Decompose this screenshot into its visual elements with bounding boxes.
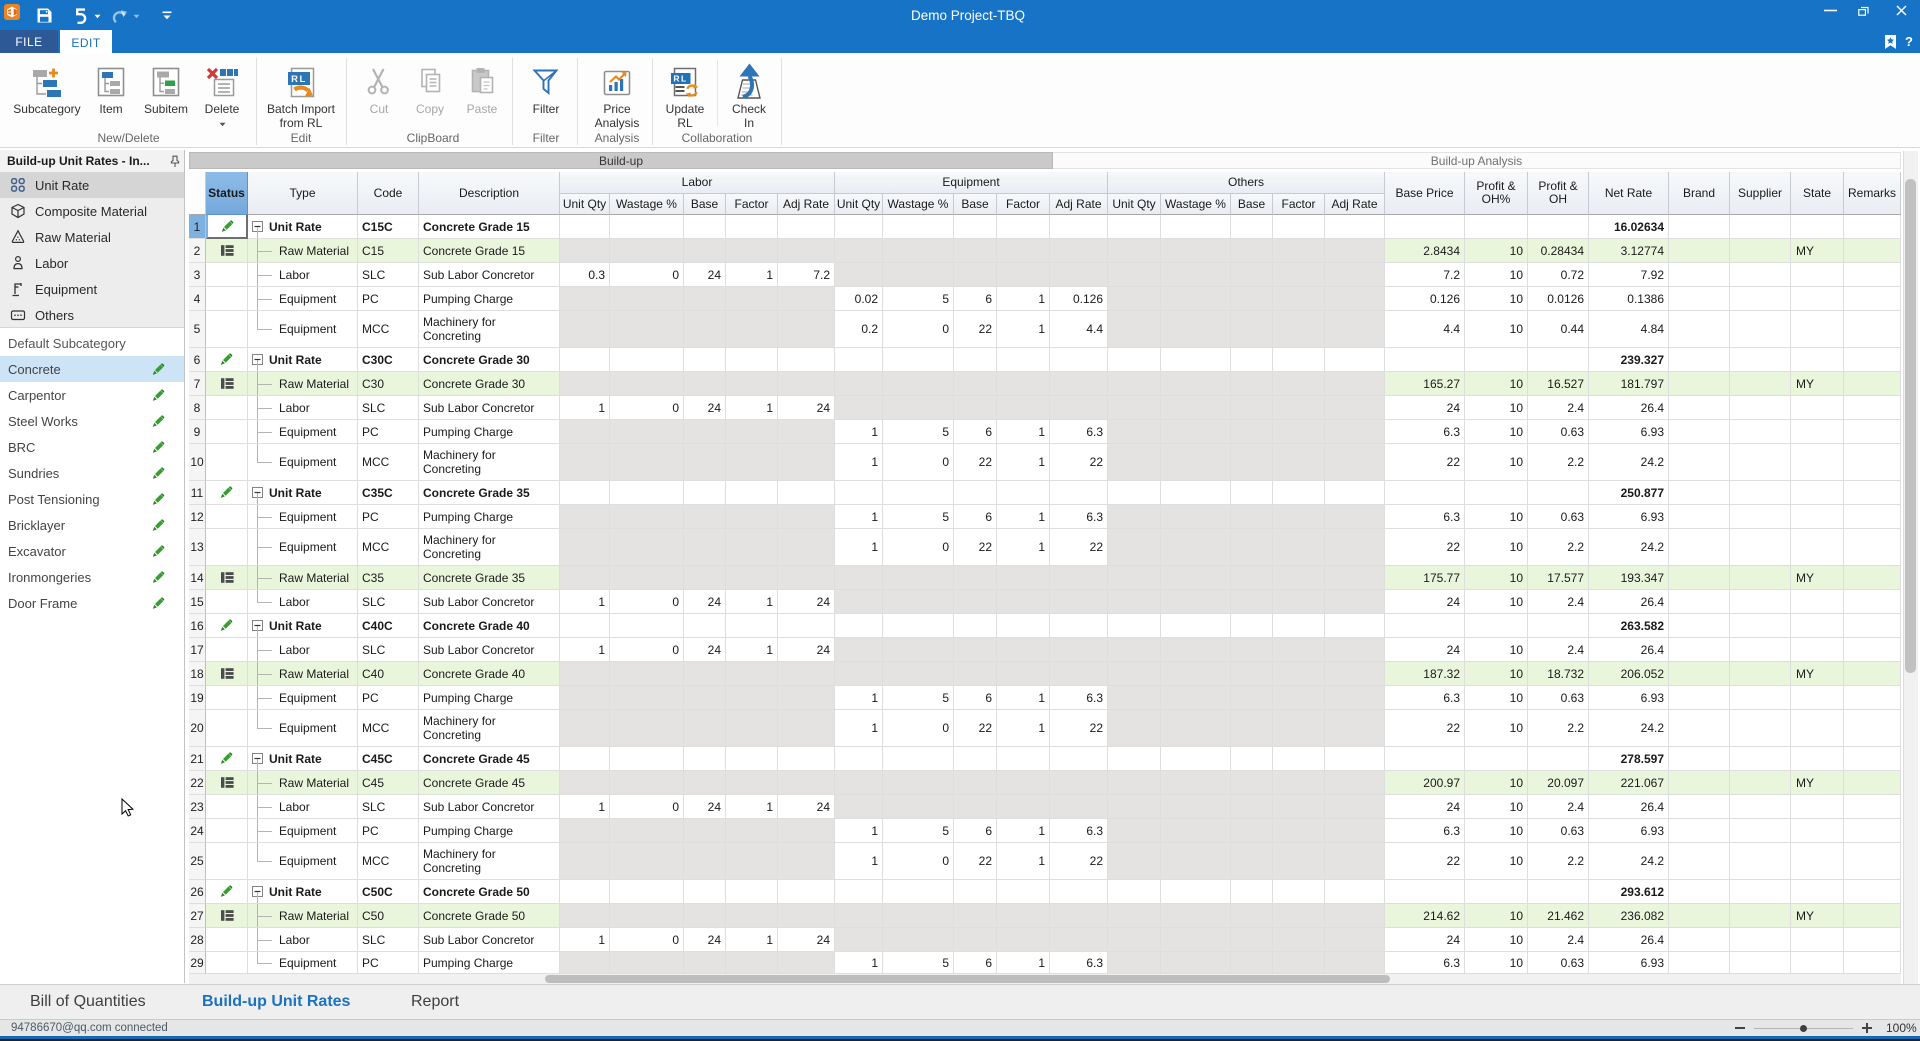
svg-text:RL: RL (291, 74, 307, 85)
svg-text:RL: RL (673, 74, 687, 84)
